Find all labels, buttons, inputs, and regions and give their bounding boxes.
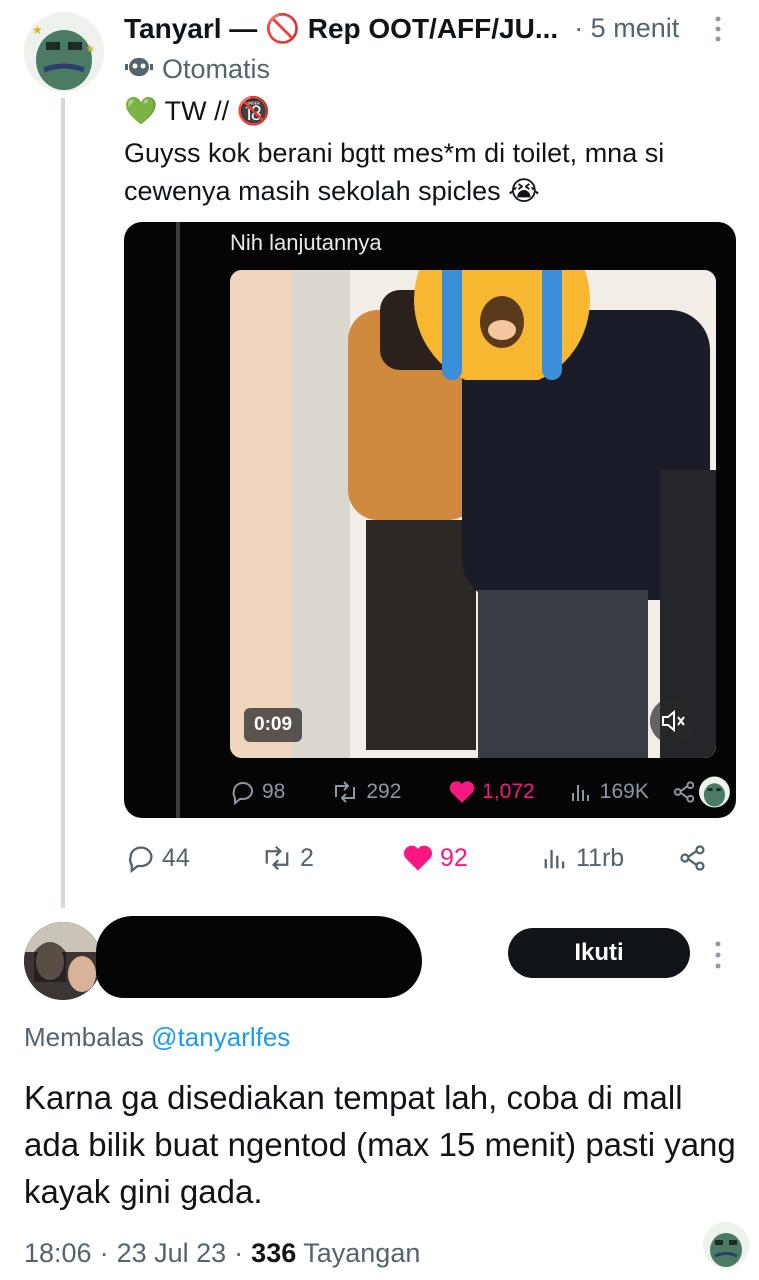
reply-text: Karna ga disediakan tempat lah, coba di … [24, 1079, 736, 1210]
svg-text:★: ★ [32, 23, 43, 37]
replying-prefix: Membalas [24, 1022, 144, 1052]
trigger-warning-line: 💚 TW // 🔞 [124, 96, 271, 126]
video-player[interactable]: 0:09 [230, 270, 716, 758]
replying-to: Membalas @tanyarlfes [24, 1022, 290, 1053]
tweet-action-bar: 44 2 92 11rb [126, 838, 726, 878]
reply-meta-row: 18:06 · 23 Jul 23 · 336 Tayangan [24, 1238, 420, 1269]
redacted-user-name [96, 916, 422, 998]
tweet-text: Guyss kok berani bgtt mes*m di toilet, m… [124, 138, 665, 206]
video-repost-count: 292 [366, 780, 402, 803]
video-reply-count: 98 [262, 780, 286, 803]
speaker-muted-icon [662, 709, 685, 733]
video-like-count: 1,072 [482, 780, 535, 803]
reply-views-label: Tayangan [303, 1238, 421, 1268]
share-icon[interactable] [678, 843, 708, 873]
video-views-count: 169K [599, 780, 649, 803]
video-stats-bar: 98 292 1,072 169K [230, 772, 731, 812]
repost-action[interactable]: 2 [260, 843, 402, 873]
tweet-time[interactable]: · 5 menit [574, 13, 679, 44]
heart-filled-icon [403, 845, 433, 871]
like-action[interactable]: 92 [402, 843, 540, 873]
reply-more-options-icon[interactable] [708, 938, 728, 972]
reply-date: 23 Jul 23 [116, 1238, 227, 1268]
meta-separator: · [99, 1238, 109, 1268]
reply-views-count: 336 [251, 1238, 297, 1268]
quoted-video-card[interactable]: Nih lanjutannya 0:09 98 292 1,072 169K [124, 222, 736, 818]
author-row: Tanyarl — 🚫 Rep OOT/AFF/JU... · 5 menit [124, 10, 679, 46]
views-action[interactable]: 11rb [540, 843, 678, 873]
bot-icon [124, 51, 154, 88]
svg-text:★: ★ [86, 44, 95, 55]
views-count: 11rb [576, 843, 625, 872]
reply-action[interactable]: 44 [126, 843, 260, 873]
video-repost-stat: 292 [330, 779, 448, 805]
automated-account-row: Otomatis [124, 52, 270, 86]
like-count: 92 [440, 843, 468, 872]
author-avatar[interactable]: ★ ★ [24, 12, 104, 92]
thread-connector-line [61, 98, 65, 908]
heart-filled-icon [449, 781, 475, 803]
meta-separator: · [234, 1238, 244, 1268]
video-caption: Nih lanjutannya [230, 230, 382, 255]
replying-handle-link[interactable]: @tanyarlfes [151, 1022, 290, 1052]
video-author-avatar[interactable] [699, 776, 731, 808]
video-reply-stat: 98 [230, 779, 330, 805]
bottom-account-avatar[interactable] [703, 1222, 749, 1268]
reply-time: 18:06 [24, 1238, 92, 1268]
repost-icon [335, 781, 356, 803]
reply-icon [232, 782, 253, 805]
video-like-stat: 1,072 [448, 779, 568, 805]
more-options-icon[interactable] [706, 14, 730, 44]
inner-thread-line [176, 222, 180, 818]
video-duration-badge: 0:09 [244, 708, 303, 742]
author-name[interactable]: Tanyarl — 🚫 Rep OOT/AFF/JU... [124, 12, 558, 45]
views-chart-icon [571, 785, 589, 801]
crying-emoji-censor-icon [414, 270, 590, 380]
reply-author-avatar[interactable] [24, 922, 102, 1000]
repost-count: 2 [300, 843, 314, 872]
reply-count: 44 [162, 843, 190, 872]
automated-label: Otomatis [162, 53, 271, 84]
repost-icon [265, 845, 289, 871]
follow-button[interactable]: Ikuti [508, 928, 690, 978]
views-chart-icon [544, 849, 565, 869]
mute-button[interactable] [650, 698, 696, 744]
video-views-stat: 169K [568, 779, 672, 805]
reply-icon [129, 846, 153, 873]
video-share-icon[interactable] [672, 779, 697, 805]
